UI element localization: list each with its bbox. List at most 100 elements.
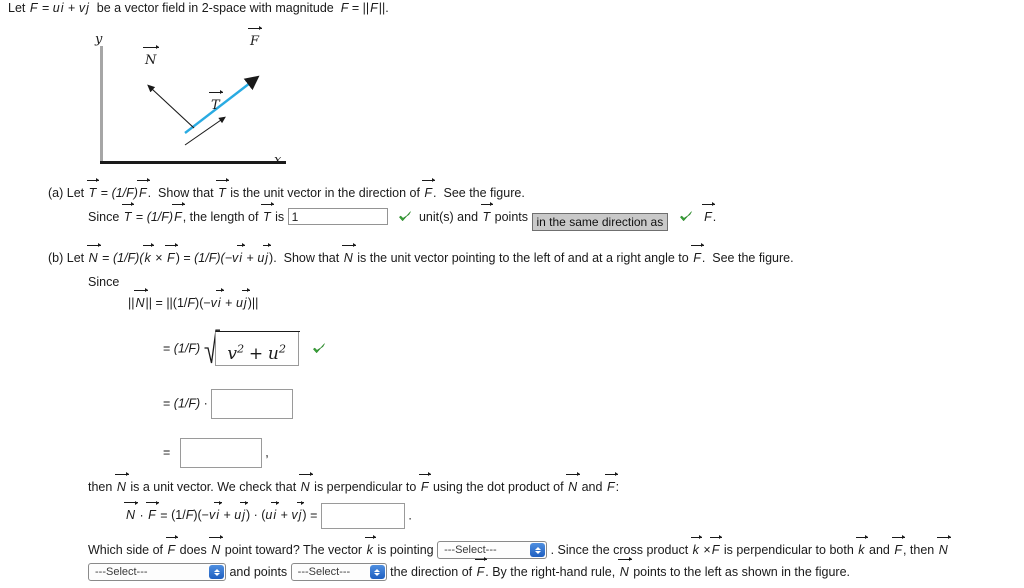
green-check-icon — [398, 210, 412, 224]
vector-F-symbol-2: F — [422, 178, 435, 200]
figure-label-N-text: N — [142, 44, 160, 68]
scalar-u: u — [52, 1, 60, 15]
statement-period: . — [385, 1, 389, 15]
part-b-eq2: = — [183, 251, 191, 265]
plus-sign: + — [68, 1, 76, 15]
statement-prefix: Let — [8, 1, 26, 15]
direction-select[interactable]: in the same direction as — [531, 213, 669, 231]
which-part-2: does — [179, 543, 207, 557]
part-a-sub-coef: (1/F) — [146, 210, 174, 224]
vector-F-symbol: F — [29, 1, 38, 15]
part-b-j: j — [263, 243, 271, 265]
points-select[interactable]: ---Select--- — [290, 563, 387, 581]
norm-eq-2: = — [163, 341, 171, 356]
green-check-icon-2 — [679, 210, 693, 224]
dot-eq-N: N — [123, 500, 139, 523]
vector-N-symbol-2: N — [341, 243, 356, 265]
select-arrow-icon[interactable] — [530, 543, 546, 557]
magnitude-equals: = — [351, 1, 360, 15]
green-check-icon-3 — [312, 342, 326, 356]
part-b-text-4: See the figure. — [712, 251, 794, 265]
dot-product-input[interactable] — [320, 503, 405, 529]
which-k-2: k — [690, 535, 703, 557]
dot-eq-period: . — [408, 508, 412, 523]
which-cross: × — [703, 543, 711, 557]
dot-eq-expression: (1/F)(−vi + uj) · (ui + vj) — [171, 500, 307, 523]
which-part-1: Which side of — [88, 543, 164, 557]
part-a-dot1: . — [147, 186, 152, 200]
which-part-5: . Since the cross product — [550, 543, 689, 557]
vector-F-symbol-b2: F — [691, 243, 704, 265]
then-F-1: F — [418, 472, 432, 494]
then-colon: : — [615, 480, 620, 494]
side-select[interactable]: ---Select--- — [88, 563, 226, 581]
vector-T-symbol: T — [86, 178, 99, 200]
dot-product-equation: N · F = (1/F)(−vi + uj) · (ui + vj) = . — [123, 500, 412, 529]
norm-rhs: ||(1/F)(−vi + uj)|| — [166, 288, 259, 310]
radicand-exp1: 2 — [237, 342, 245, 355]
part-b-label: (b) — [48, 251, 64, 265]
k-direction-select[interactable]: ---Select--- — [437, 541, 548, 559]
side-select-label: ---Select--- — [95, 566, 148, 578]
norm-eq-3: = — [163, 396, 171, 411]
part-a-trailing-period: . — [712, 210, 717, 224]
which-N-1: N — [209, 535, 224, 557]
final-answer-line: ---Select--- and points ---Select--- the… — [88, 557, 850, 581]
radicand-exp2: 2 — [278, 342, 286, 355]
select-arrow-icon-2[interactable] — [209, 565, 224, 579]
part-b-eq1: = — [102, 251, 110, 265]
select-arrow-icon-3[interactable] — [369, 565, 385, 579]
then-part-5: and — [581, 480, 603, 494]
vector-N-symbol: N — [86, 243, 101, 265]
norm-eq-4: = — [163, 445, 171, 460]
which-part-3: point toward? The vector — [224, 543, 363, 557]
which-part-8: , then — [902, 543, 935, 557]
part-a-units-text: unit(s) and — [418, 210, 479, 224]
part-a-text-3: is the unit vector in the direction of — [230, 186, 420, 200]
which-part-6: is perpendicular to both — [723, 543, 854, 557]
last-N: N — [617, 557, 632, 579]
then-F-2: F — [604, 472, 618, 494]
vector-T-symbol-3: T — [121, 202, 134, 224]
norm-equation-line-2: = (1/F) v2 + u2 — [163, 329, 326, 366]
part-a-F: F — [136, 178, 150, 200]
equals-sign: = — [42, 1, 50, 15]
radicand-value: v2 + u2 — [227, 342, 286, 364]
last-part-4: points to the left as shown in the figur… — [633, 565, 850, 579]
norm-line-4-input[interactable] — [179, 438, 262, 468]
part-a-text-4: See the figure. — [443, 186, 525, 200]
norm-coef-2: (1/F) — [173, 341, 201, 356]
dot-eq-equals-2: = — [310, 508, 318, 523]
dot-eq-F: F — [146, 500, 159, 523]
figure-label-F: F — [247, 25, 263, 49]
then-part-2: is a unit vector. We check that — [130, 480, 297, 494]
radicand-input[interactable]: v2 + u2 — [214, 331, 300, 366]
which-F-3: F — [892, 535, 905, 557]
figure-vectors-svg — [147, 75, 260, 146]
part-a-sub-text-2: is — [275, 210, 285, 224]
part-a-sub-text-1: , the length of — [182, 210, 259, 224]
then-part-3: is perpendicular to — [314, 480, 417, 494]
part-a-dot2: . — [433, 186, 437, 200]
length-answer-input[interactable]: 1 — [287, 208, 388, 225]
part-b-u: u — [257, 251, 265, 265]
which-k-3: k — [856, 535, 868, 557]
part-a-equals: = — [100, 186, 109, 200]
radicand-plus: + — [248, 343, 264, 364]
multiply-dot: · — [203, 396, 208, 411]
part-b-i: i — [237, 243, 245, 265]
part-a-text-1: Let — [66, 186, 85, 200]
part-a-label: (a) — [48, 186, 64, 200]
part-b-since-label: Since — [88, 275, 120, 289]
part-a-text-2: Show that — [158, 186, 214, 200]
vector-F-in-norm: F — [370, 1, 378, 15]
part-a-points-text: points — [494, 210, 529, 224]
part-b-period: . — [701, 251, 706, 265]
then-part-1: then — [88, 480, 113, 494]
part-a-coef: (1/F) — [111, 186, 138, 200]
vector-N-arrow — [147, 84, 195, 129]
vector-T-symbol-5: T — [480, 202, 493, 224]
last-part-3: . By the right-hand rule, — [485, 565, 616, 579]
unit-vector-i: i — [60, 1, 64, 15]
norm-line-3-input[interactable] — [211, 389, 294, 419]
